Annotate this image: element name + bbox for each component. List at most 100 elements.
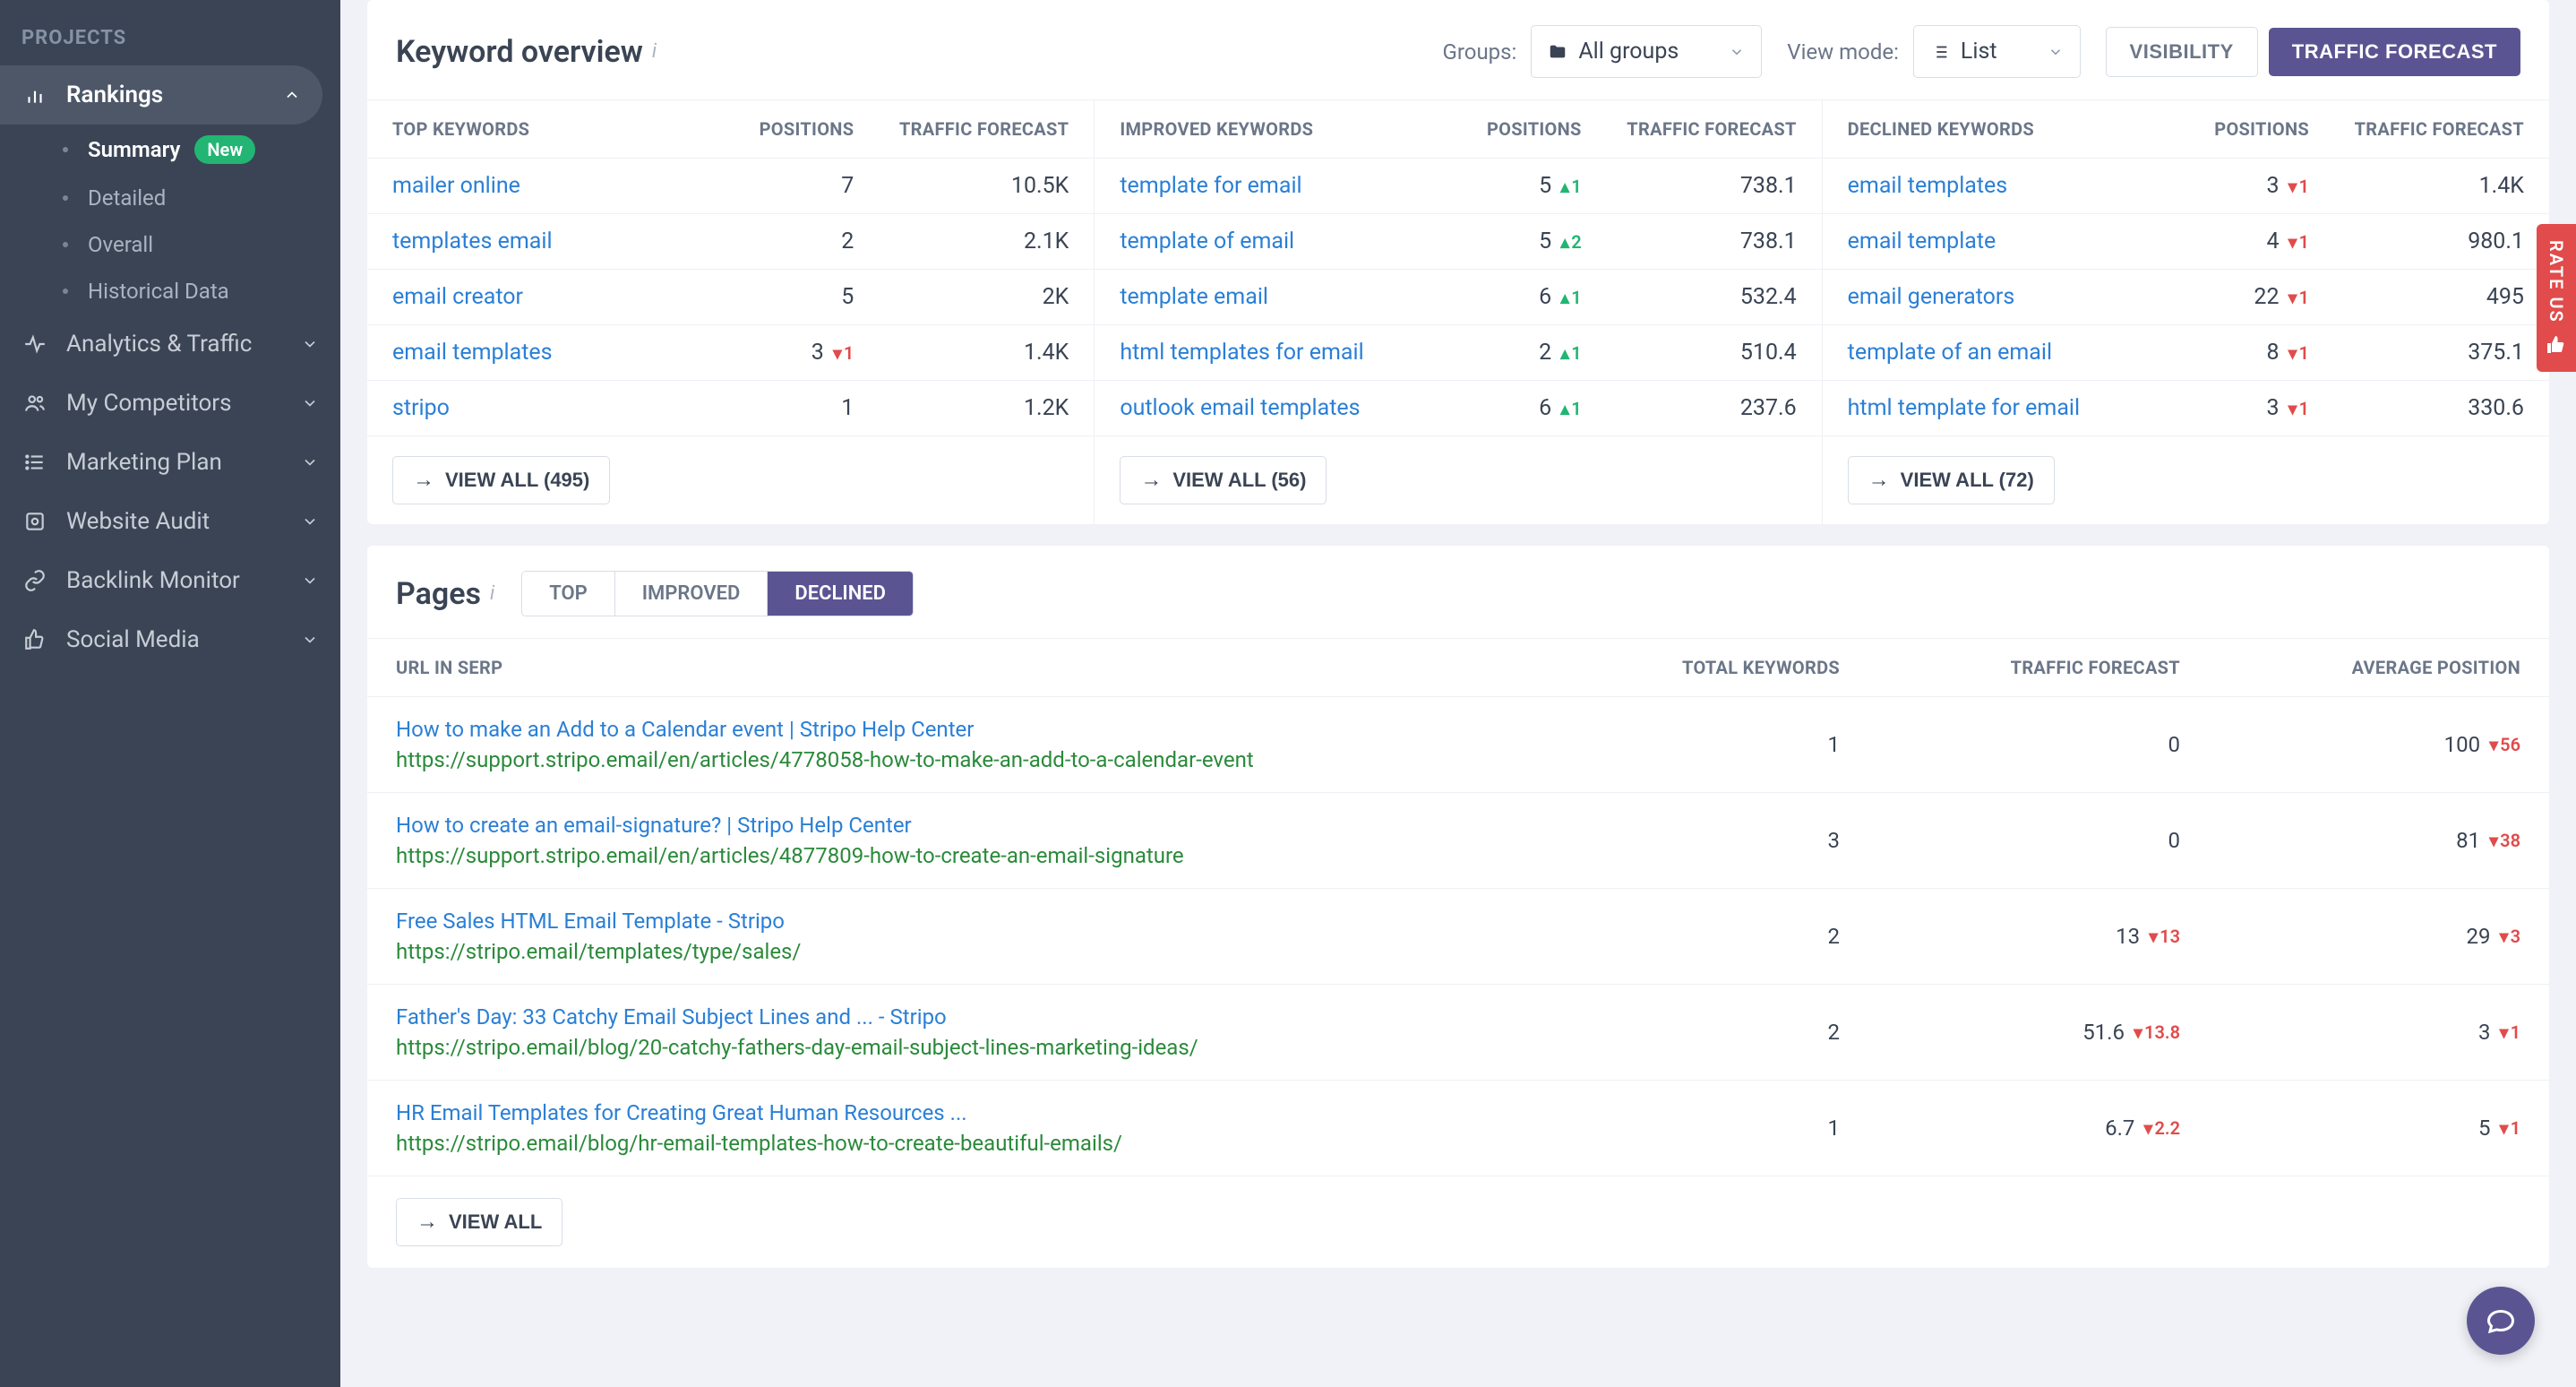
- keyword-link[interactable]: outlook email templates: [1120, 395, 1402, 421]
- keyword-link[interactable]: email creator: [392, 284, 674, 310]
- page-url[interactable]: https://support.stripo.email/en/articles…: [396, 843, 1499, 868]
- keyword-link[interactable]: template for email: [1120, 173, 1402, 199]
- sidebar-sub-summary[interactable]: Summary New: [0, 125, 340, 175]
- sidebar-sub-label: Summary: [88, 137, 180, 162]
- keyword-link[interactable]: template of email: [1120, 228, 1402, 254]
- pages-row: How to create an email-signature? | Stri…: [367, 793, 2549, 889]
- delta-badge: 38: [2489, 830, 2520, 851]
- keyword-link[interactable]: email generators: [1848, 284, 2130, 310]
- card-header: Keyword overview i Groups: All groups Vi…: [367, 0, 2549, 99]
- sidebar-sub-detailed[interactable]: Detailed: [0, 175, 340, 221]
- info-icon[interactable]: i: [652, 40, 657, 63]
- tab-top[interactable]: TOP: [522, 572, 615, 616]
- page-url[interactable]: https://stripo.email/blog/hr-email-templ…: [396, 1131, 1499, 1156]
- avg-position-value: 8138: [2180, 828, 2520, 853]
- viewall-button[interactable]: →VIEW ALL (72): [1848, 456, 2055, 504]
- col-head-traffic: TRAFFIC FORECAST: [2309, 118, 2524, 140]
- keyword-row: email templates311.4K: [1823, 159, 2549, 214]
- traffic-forecast-value: 6.72.2: [1840, 1116, 2180, 1141]
- rate-us-tab[interactable]: RATE US: [2537, 224, 2576, 372]
- sidebar-item-label: Marketing Plan: [66, 449, 222, 476]
- keyword-link[interactable]: template email: [1120, 284, 1402, 310]
- viewall-button[interactable]: →VIEW ALL (56): [1120, 456, 1327, 504]
- sidebar: PROJECTS Rankings Summary New Detailed O…: [0, 0, 340, 1387]
- sidebar-item-competitors[interactable]: My Competitors: [0, 374, 340, 433]
- arrow-right-icon: →: [1868, 468, 1890, 493]
- traffic-forecast-button[interactable]: TRAFFIC FORECAST: [2269, 28, 2520, 76]
- chevron-down-icon: [301, 394, 319, 412]
- sidebar-projects-label: PROJECTS: [0, 18, 340, 65]
- tab-improved[interactable]: IMPROVED: [615, 572, 769, 616]
- sidebar-sub-historical[interactable]: Historical Data: [0, 268, 340, 314]
- viewall-button[interactable]: →VIEW ALL (495): [392, 456, 610, 504]
- groups-value: All groups: [1578, 39, 1679, 65]
- position-value: 41: [2130, 228, 2309, 254]
- avg-position-value: 51: [2180, 1116, 2520, 1141]
- page-url[interactable]: https://support.stripo.email/en/articles…: [396, 747, 1499, 772]
- page-url-cell: HR Email Templates for Creating Great Hu…: [396, 1100, 1499, 1156]
- viewall-label: VIEW ALL (56): [1172, 469, 1306, 492]
- page-title-link[interactable]: HR Email Templates for Creating Great Hu…: [396, 1100, 1499, 1125]
- delta-badge: 1: [2288, 176, 2309, 197]
- viewall-pages-button[interactable]: → VIEW ALL: [396, 1198, 562, 1246]
- position-value: 31: [2130, 173, 2309, 199]
- page-title-link[interactable]: Free Sales HTML Email Template - Stripo: [396, 909, 1499, 934]
- avg-position-value: 10056: [2180, 732, 2520, 757]
- position-value: 7: [674, 173, 854, 199]
- keyword-link[interactable]: templates email: [392, 228, 674, 254]
- pages-table-body: How to make an Add to a Calendar event |…: [367, 697, 2549, 1176]
- keyword-row: email templates311.4K: [367, 325, 1094, 381]
- page-url[interactable]: https://stripo.email/blog/20-catchy-fath…: [396, 1035, 1499, 1060]
- traffic-value: 237.6: [1582, 395, 1797, 421]
- arrow-right-icon: →: [416, 1210, 438, 1235]
- tab-declined[interactable]: DECLINED: [768, 572, 913, 616]
- traffic-value: 2.1K: [854, 228, 1069, 254]
- page-title-link[interactable]: How to make an Add to a Calendar event |…: [396, 717, 1499, 742]
- page-url[interactable]: https://stripo.email/templates/type/sale…: [396, 939, 1499, 964]
- total-keywords-value: 2: [1499, 1020, 1840, 1045]
- sidebar-item-label: Social Media: [66, 626, 200, 653]
- keyword-link[interactable]: email templates: [392, 340, 674, 366]
- pages-footer: → VIEW ALL: [367, 1176, 2549, 1268]
- sidebar-item-marketing[interactable]: Marketing Plan: [0, 433, 340, 492]
- keyword-link[interactable]: html templates for email: [1120, 340, 1402, 366]
- sidebar-sub-overall[interactable]: Overall: [0, 221, 340, 268]
- col-total-keywords: TOTAL KEYWORDS: [1499, 657, 1840, 678]
- visibility-button[interactable]: VISIBILITY: [2106, 27, 2258, 77]
- sidebar-item-backlink[interactable]: Backlink Monitor: [0, 551, 340, 610]
- sidebar-sub-label: Overall: [88, 232, 153, 257]
- info-icon[interactable]: i: [490, 582, 494, 605]
- keyword-row: outlook email templates61237.6: [1095, 381, 1821, 436]
- keyword-row: template of an email81375.1: [1823, 325, 2549, 381]
- groups-select[interactable]: All groups: [1531, 25, 1762, 78]
- pages-card: Pages i TOPIMPROVEDDECLINED URL IN SERP …: [367, 546, 2549, 1268]
- traffic-value: 980.1: [2309, 228, 2524, 254]
- keyword-column-head: IMPROVED KEYWORDSPOSITIONSTRAFFIC FORECA…: [1095, 100, 1821, 159]
- keyword-link[interactable]: stripo: [392, 395, 674, 421]
- keyword-row: email creator52K: [367, 270, 1094, 325]
- sidebar-item-analytics[interactable]: Analytics & Traffic: [0, 314, 340, 374]
- viewmode-select[interactable]: List: [1913, 25, 2081, 78]
- thumbs-up-icon: [2546, 334, 2567, 356]
- keyword-link[interactable]: template of an email: [1848, 340, 2130, 366]
- page-title-link[interactable]: How to create an email-signature? | Stri…: [396, 813, 1499, 838]
- sidebar-item-rankings[interactable]: Rankings: [0, 65, 322, 125]
- page-title-link[interactable]: Father's Day: 33 Catchy Email Subject Li…: [396, 1004, 1499, 1029]
- traffic-value: 330.6: [2309, 395, 2524, 421]
- position-value: 2: [674, 228, 854, 254]
- new-badge: New: [194, 135, 255, 164]
- chat-fab[interactable]: [2467, 1287, 2535, 1355]
- keyword-column-foot: →VIEW ALL (56): [1095, 436, 1821, 524]
- keyword-column: IMPROVED KEYWORDSPOSITIONSTRAFFIC FORECA…: [1095, 100, 1822, 524]
- sidebar-item-audit[interactable]: Website Audit: [0, 492, 340, 551]
- keyword-link[interactable]: email template: [1848, 228, 2130, 254]
- sidebar-item-social[interactable]: Social Media: [0, 610, 340, 669]
- keyword-link[interactable]: email templates: [1848, 173, 2130, 199]
- viewmode-value: List: [1961, 39, 1997, 65]
- keyword-link[interactable]: mailer online: [392, 173, 674, 199]
- position-value: 31: [2130, 395, 2309, 421]
- keyword-link[interactable]: html template for email: [1848, 395, 2130, 421]
- arrow-right-icon: →: [413, 468, 434, 493]
- position-value: 21: [1403, 340, 1582, 366]
- position-value: 61: [1403, 284, 1582, 310]
